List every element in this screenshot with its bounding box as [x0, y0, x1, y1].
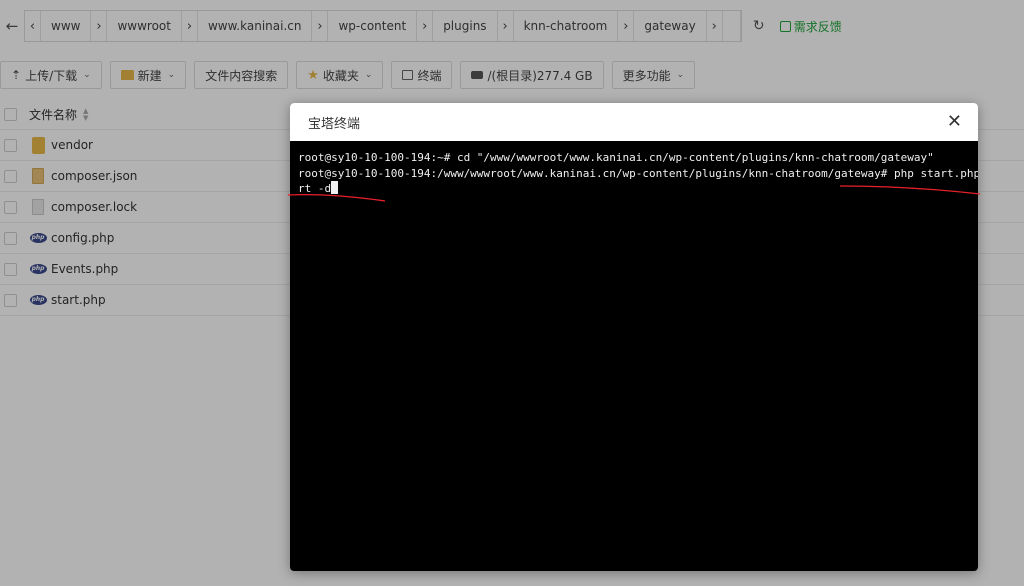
- terminal-cursor: [331, 181, 339, 194]
- terminal-line: root@sy10-10-100-194:/www/wwwroot/www.ka…: [298, 166, 978, 180]
- dialog-header: 宝塔终端 ✕: [290, 103, 978, 141]
- terminal-dialog: 宝塔终端 ✕ root@sy10-10-100-194:~# cd "/www/…: [290, 103, 978, 571]
- terminal-line: rt -d: [298, 182, 332, 195]
- terminal-input-line: rt -d: [298, 181, 970, 197]
- close-icon[interactable]: ✕: [947, 113, 962, 131]
- terminal-output[interactable]: root@sy10-10-100-194:~# cd "/www/wwwroot…: [290, 141, 978, 206]
- dialog-title: 宝塔终端: [308, 116, 361, 132]
- terminal-line: root@sy10-10-100-194:~# cd "/www/wwwroot…: [298, 151, 934, 164]
